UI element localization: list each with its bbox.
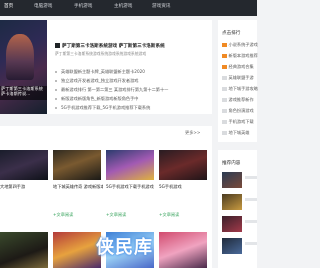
recommend-text[interactable]	[245, 176, 257, 179]
rank-title: 点击排行	[222, 31, 241, 36]
rank-item[interactable]: 游戏推荐新作	[222, 97, 254, 103]
recommend-thumb[interactable]	[222, 238, 242, 254]
rank-label: 地下城手游攻略	[228, 86, 258, 91]
rank-label: 小说系统子游戏	[228, 42, 258, 47]
game-thumb[interactable]	[53, 150, 101, 180]
rank-badge	[222, 119, 227, 125]
site-watermark: 侠民库	[96, 237, 153, 258]
follow-link[interactable]: +文章阅读	[53, 212, 73, 218]
recommend-title: 推荐内容	[222, 161, 241, 166]
rank-label: 地下城英雄	[228, 130, 250, 135]
rank-badge	[222, 108, 227, 114]
nav-console-games[interactable]: 主机游戏	[114, 4, 132, 10]
nav-pc-games[interactable]: 电脑游戏	[34, 4, 52, 10]
rank-badge	[222, 42, 227, 48]
game-thumb[interactable]	[106, 150, 154, 180]
game-thumb[interactable]	[0, 232, 48, 268]
rank-badge	[222, 64, 227, 70]
headline-icon	[55, 43, 60, 48]
rank-item[interactable]: 角色扮演游戏	[222, 108, 254, 114]
game-thumb[interactable]	[53, 232, 101, 268]
rank-item[interactable]: 小说系统子游戏	[222, 42, 258, 48]
game-title[interactable]: 大地第四手游	[0, 184, 50, 190]
news-item[interactable]: 新版游戏新版角色_新版游戏新版角色手中	[55, 96, 138, 102]
rank-label: 角色扮演游戏	[228, 108, 254, 113]
rank-item[interactable]: 英雄联盟手游	[222, 75, 254, 81]
rank-label: 新版本游戏推荐	[228, 53, 258, 58]
rank-label: 经典游戏合集	[228, 64, 254, 69]
recommend-thumb[interactable]	[222, 194, 242, 210]
rank-item[interactable]: 经典游戏合集	[222, 64, 254, 70]
news-item[interactable]: 独立游戏开发者游戏_独立游戏开发者游戏	[55, 78, 138, 84]
rank-badge	[222, 97, 227, 103]
game-thumb[interactable]	[159, 232, 207, 268]
rank-item[interactable]: 地下城手游攻略	[222, 86, 258, 92]
follow-link[interactable]: +文章阅读	[106, 212, 126, 218]
nav-mobile-games[interactable]: 手机游戏	[74, 4, 92, 10]
featured-headline[interactable]: 萨丁斯第三卡洛斯系统游戏 萨丁斯第三卡洛斯系统	[62, 43, 165, 49]
rank-item[interactable]: 新版本游戏推荐	[222, 53, 258, 59]
featured-subline: 萨丁斯第三卡洛斯系统游戏系统游戏系统游戏系统游戏	[55, 51, 147, 56]
nav-home[interactable]: 首页	[4, 4, 13, 10]
news-item[interactable]: 5G手机游戏推荐下载_5G手机游戏推荐下载系统	[55, 105, 150, 111]
recommend-thumb[interactable]	[222, 216, 242, 232]
recommend-text[interactable]	[245, 198, 257, 201]
rank-badge	[222, 130, 227, 136]
more-link[interactable]: 更多>>	[185, 130, 200, 136]
rank-badge	[222, 53, 227, 59]
game-thumb[interactable]	[0, 150, 48, 180]
rank-label: 英雄联盟手游	[228, 75, 254, 80]
game-title[interactable]: 5G手机游戏下载手机游戏	[106, 184, 156, 190]
recommend-text[interactable]	[245, 220, 257, 223]
news-item[interactable]: 最新游戏排行 第一第二第三 某游戏排行第九第十二第十一	[55, 87, 168, 93]
featured-image[interactable]: 萨丁斯第三卡洛斯系统萨卡洛斯传说...	[0, 20, 47, 114]
follow-link[interactable]: +文章阅读	[159, 212, 179, 218]
rank-item[interactable]: 手机游戏下载	[222, 119, 254, 125]
recommend-text[interactable]	[245, 242, 257, 245]
recommend-thumb[interactable]	[222, 172, 242, 188]
rank-label: 手机游戏下载	[228, 119, 254, 124]
featured-overlay-title[interactable]: 萨丁斯第三卡洛斯系统萨卡洛斯传说...	[0, 86, 47, 100]
rank-label: 游戏推荐新作	[228, 97, 254, 102]
rank-item[interactable]: 地下城英雄	[222, 130, 249, 136]
game-title[interactable]: 5G手机游戏	[159, 184, 209, 190]
nav-game-news[interactable]: 游戏资讯	[152, 4, 170, 10]
rank-badge	[222, 75, 227, 81]
news-item[interactable]: 英雄联盟新主题卡牌_英雄联盟新主题卡2020	[55, 69, 145, 75]
rank-badge	[222, 86, 227, 92]
game-thumb[interactable]	[159, 150, 207, 180]
featured-character	[6, 34, 34, 80]
game-title[interactable]: 地下城英雄传奇 游戏新版本更新	[53, 184, 103, 190]
